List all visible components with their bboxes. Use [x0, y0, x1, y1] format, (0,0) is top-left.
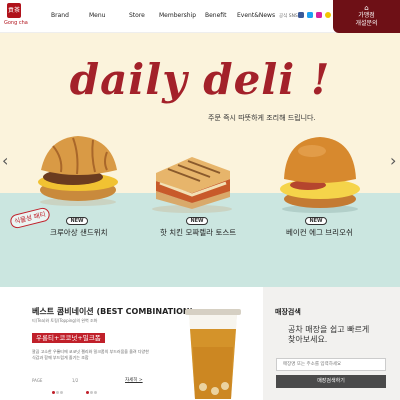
croissant-sandwich-image — [38, 136, 118, 206]
pager-dot[interactable] — [94, 391, 97, 394]
pager-dot[interactable] — [90, 391, 93, 394]
store-text-line-1: 공차 매장을 쉽고 빠르게 — [288, 325, 370, 334]
site-header: 貢茶 Gong cha Brand Menu Store Membership … — [0, 0, 400, 33]
store-text-line-2: 찾아보세요. — [288, 335, 328, 344]
pager-label: PAGE — [32, 378, 43, 383]
store-search-text: 공차 매장을 쉽고 빠르게 찾아보세요. — [288, 325, 369, 345]
main-nav: Brand Menu Store Membership Benefit Even… — [0, 12, 300, 24]
pager-dot[interactable] — [52, 391, 55, 394]
pager-dot[interactable] — [56, 391, 59, 394]
pager-count: 1/2 — [72, 378, 79, 383]
new-badge: NEW — [66, 217, 88, 225]
best-combination-title: 베스트 콤비네이션 (BEST COMBINATION) — [32, 307, 194, 316]
store-icon: ⌂ — [364, 4, 369, 12]
combination-body: 깔끔 고소한 우롱티에 코코넛 젤리와 밀크폼의 부드러움을 올려 다양한 식감… — [32, 349, 149, 360]
item-name-croissant[interactable]: 크루아상 샌드위치 — [50, 227, 108, 238]
kakao-icon[interactable] — [325, 12, 331, 18]
nav-membership[interactable]: Membership — [159, 12, 196, 19]
twitter-icon[interactable] — [307, 12, 313, 18]
milk-tea-cup-image — [185, 309, 241, 399]
store-search-title: 매장검색 — [275, 308, 301, 316]
pager-dots-1 — [52, 379, 64, 398]
best-combination-desc: 티(Tea)와 토핑(Topping)의 완벽 조화 — [32, 318, 98, 323]
store-search-button[interactable]: 매장검색하기 — [276, 375, 386, 388]
hero-banner[interactable]: daily deli ! 주문 즉시 따뜻하게 조리해 드립니다. ‹ › 식물… — [0, 33, 400, 287]
item-name-toast[interactable]: 핫 치킨 모짜렐라 토스트 — [160, 227, 236, 238]
item-name-brioche[interactable]: 베이컨 에그 브리오쉬 — [286, 227, 353, 238]
store-search-input[interactable] — [276, 358, 386, 371]
hero-title: daily deli ! — [69, 55, 331, 104]
nav-event-news[interactable]: Event&News — [237, 12, 275, 19]
nav-menu[interactable]: Menu — [89, 12, 105, 19]
bacon-egg-brioche-image — [280, 137, 360, 213]
hero-subtitle: 주문 즉시 따뜻하게 조리해 드립니다. — [208, 114, 316, 122]
pager-dot[interactable] — [60, 391, 63, 394]
nav-store[interactable]: Store — [129, 12, 145, 19]
nav-brand[interactable]: Brand — [51, 12, 69, 19]
more-link[interactable]: 자세히 > — [125, 377, 143, 383]
store-search-panel: 매장검색 공차 매장을 쉽고 빠르게 찾아보세요. 매장검색하기 — [263, 287, 400, 400]
franchise-inquiry-button[interactable]: ⌂ 가맹점 개설문의 — [333, 0, 400, 33]
franchise-line-2: 개설문의 — [355, 20, 378, 27]
pager-dot[interactable] — [86, 391, 89, 394]
pager-dots-2 — [86, 379, 98, 398]
new-badge: NEW — [186, 217, 208, 225]
bottom-section: 베스트 콤비네이션 (BEST COMBINATION) 티(Tea)와 토핑(… — [0, 287, 400, 400]
combination-badge: 우롱티+코코넛+밀크폼 — [32, 333, 105, 343]
facebook-icon[interactable] — [298, 12, 304, 18]
new-badge: NEW — [305, 217, 327, 225]
next-arrow-icon[interactable]: › — [390, 151, 396, 170]
chicken-toast-image — [152, 157, 232, 213]
franchise-line-1: 가맹점 — [358, 12, 375, 19]
prev-arrow-icon[interactable]: ‹ — [2, 151, 8, 170]
instagram-icon[interactable] — [316, 12, 322, 18]
sns-label: 공식 SNS — [279, 14, 298, 19]
nav-benefit[interactable]: Benefit — [205, 12, 226, 19]
